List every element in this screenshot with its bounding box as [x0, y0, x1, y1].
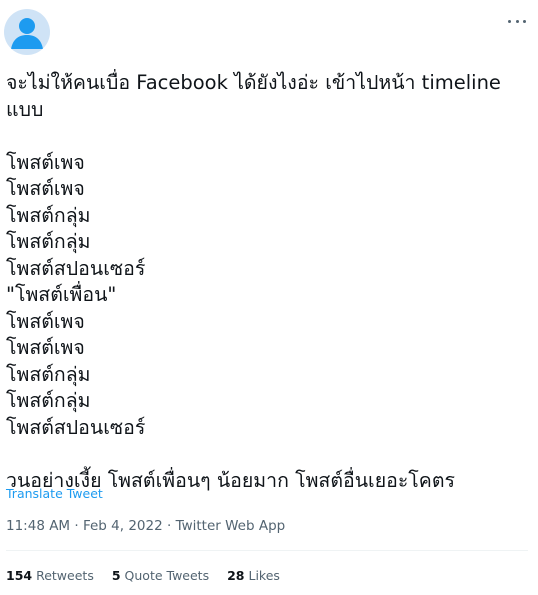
tweet-meta: 11:48 AM · Feb 4, 2022 · Twitter Web App	[6, 518, 285, 534]
likes-stat[interactable]: 28 Likes	[227, 568, 280, 583]
avatar[interactable]	[4, 9, 50, 55]
meta-separator: ·	[70, 518, 83, 534]
tweet-date[interactable]: Feb 4, 2022	[83, 518, 163, 534]
retweets-label: Retweets	[36, 568, 94, 583]
likes-label: Likes	[248, 568, 280, 583]
quote-tweets-stat[interactable]: 5 Quote Tweets	[112, 568, 209, 583]
quote-tweets-label: Quote Tweets	[124, 568, 210, 583]
likes-count: 28	[227, 568, 245, 583]
default-user-avatar-icon	[11, 18, 43, 49]
quote-tweets-count: 5	[111, 568, 121, 583]
retweets-count: 154	[6, 568, 33, 583]
tweet-time[interactable]: 11:48 AM	[6, 518, 70, 534]
tweet-source[interactable]: Twitter Web App	[176, 518, 286, 534]
divider	[6, 550, 528, 551]
translate-tweet-link[interactable]: Translate Tweet	[6, 486, 103, 501]
more-options-icon[interactable]	[508, 14, 526, 28]
retweets-stat[interactable]: 154 Retweets	[6, 568, 94, 583]
tweet-text: จะไม่ให้คนเบื่อ Facebook ได้ยังไงอ่ะ เข้…	[6, 71, 501, 492]
meta-separator: ·	[162, 518, 176, 534]
tweet-stats: 154 Retweets 5 Quote Tweets 28 Likes	[6, 568, 280, 583]
